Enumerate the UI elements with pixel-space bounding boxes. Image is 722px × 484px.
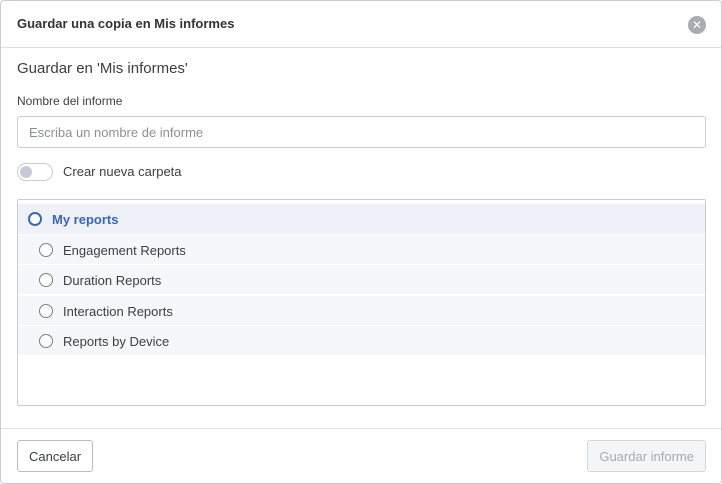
- radio-selected-icon[interactable]: [28, 212, 42, 226]
- folder-label: My reports: [52, 212, 119, 227]
- folder-label: Interaction Reports: [63, 304, 173, 319]
- report-name-input[interactable]: [17, 116, 706, 148]
- folder-item-engagement-reports[interactable]: Engagement Reports: [18, 234, 705, 264]
- cancel-button[interactable]: Cancelar: [17, 440, 94, 472]
- dialog-footer: Cancelar Guardar informe: [1, 428, 721, 483]
- save-report-button[interactable]: Guardar informe: [587, 440, 706, 472]
- folder-item-interaction-reports[interactable]: Interaction Reports: [18, 295, 705, 325]
- folder-item-duration-reports[interactable]: Duration Reports: [18, 264, 705, 294]
- save-location-heading: Guardar en 'Mis informes': [17, 60, 188, 77]
- radio-icon[interactable]: [39, 273, 53, 287]
- new-folder-toggle[interactable]: [17, 163, 53, 181]
- radio-icon[interactable]: [39, 304, 53, 318]
- folder-label: Engagement Reports: [63, 243, 186, 258]
- dialog-header: Guardar una copia en Mis informes ✕: [1, 1, 721, 48]
- radio-icon[interactable]: [39, 243, 53, 257]
- close-icon[interactable]: ✕: [688, 16, 706, 34]
- folder-label: Reports by Device: [63, 334, 170, 349]
- toggle-knob: [20, 166, 32, 178]
- folder-label: Duration Reports: [63, 273, 162, 288]
- save-copy-dialog: Guardar una copia en Mis informes ✕ Guar…: [0, 0, 722, 484]
- report-name-label: Nombre del informe: [17, 94, 123, 108]
- dialog-title: Guardar una copia en Mis informes: [17, 16, 235, 31]
- new-folder-toggle-label: Crear nueva carpeta: [63, 164, 182, 179]
- folder-item-my-reports[interactable]: My reports: [18, 204, 705, 234]
- folder-tree: My reports Engagement Reports Duration R…: [17, 199, 706, 406]
- folder-item-reports-by-device[interactable]: Reports by Device: [18, 325, 705, 355]
- radio-icon[interactable]: [39, 334, 53, 348]
